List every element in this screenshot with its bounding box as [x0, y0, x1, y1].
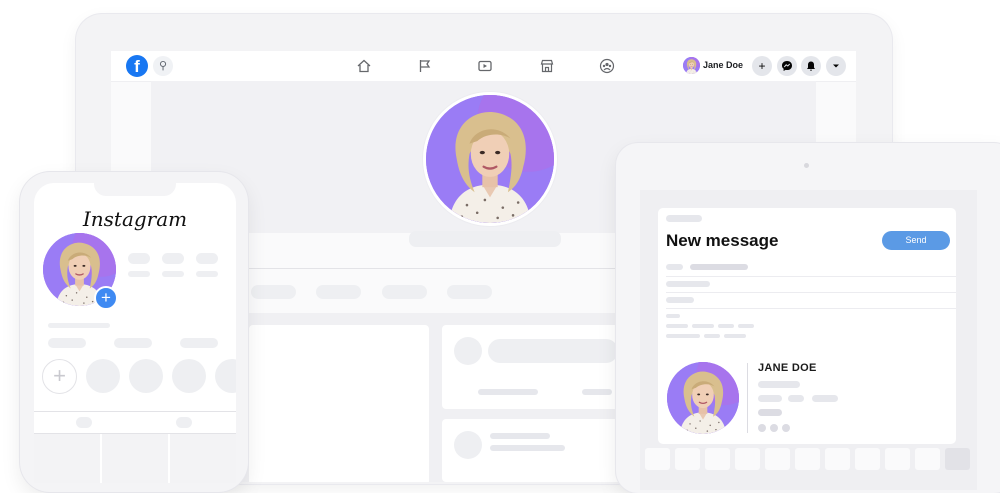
highlight-placeholder[interactable]: [86, 359, 120, 393]
flag-icon[interactable]: [417, 58, 433, 74]
create-button[interactable]: +: [752, 56, 772, 76]
back-placeholder[interactable]: [666, 215, 702, 222]
profile-name-placeholder: [409, 231, 561, 247]
text-placeholder: [490, 445, 565, 451]
intro-card: [249, 325, 429, 482]
facebook-logo[interactable]: f: [126, 55, 148, 77]
chevron-down-icon[interactable]: [826, 56, 846, 76]
avatar: [683, 57, 700, 74]
highlight-placeholder[interactable]: [215, 359, 236, 393]
search-icon[interactable]: ⚲: [153, 56, 173, 76]
stat-label-placeholder: [196, 271, 218, 277]
divider: [666, 276, 956, 277]
button-placeholder[interactable]: [114, 338, 152, 348]
text-placeholder: [666, 297, 694, 303]
instagram-profile-screen: Instagram +: [34, 183, 236, 483]
text-placeholder: [666, 314, 680, 318]
button-placeholder[interactable]: [180, 338, 218, 348]
text-placeholder: [724, 334, 746, 338]
grid-tab-placeholder[interactable]: [76, 417, 92, 428]
send-button[interactable]: Send: [882, 231, 950, 250]
contact-avatar[interactable]: [667, 362, 739, 434]
new-message-title: New message: [666, 231, 779, 250]
dot-placeholder: [770, 424, 778, 432]
keyboard-key[interactable]: [705, 448, 730, 470]
messenger-screen: New message Send JANE DOE: [640, 190, 977, 490]
tablet-camera: [804, 163, 809, 168]
facebook-top-nav: f ⚲ Jane Doe +: [111, 51, 856, 82]
bell-icon[interactable]: [801, 56, 821, 76]
keyboard-key[interactable]: [885, 448, 910, 470]
backspace-key[interactable]: [945, 448, 970, 470]
bio-placeholder: [48, 323, 110, 328]
text-placeholder: [758, 395, 782, 402]
profile-tab-placeholder[interactable]: [447, 285, 492, 299]
divider: [34, 411, 236, 412]
highlight-placeholder[interactable]: [129, 359, 163, 393]
text-placeholder: [812, 395, 838, 402]
keyboard-key[interactable]: [795, 448, 820, 470]
keyboard-key[interactable]: [735, 448, 760, 470]
highlight-placeholder[interactable]: [172, 359, 206, 393]
text-placeholder: [758, 381, 800, 388]
groups-icon[interactable]: [599, 58, 615, 74]
profile-tab-placeholder[interactable]: [382, 285, 427, 299]
messenger-icon[interactable]: [777, 56, 797, 76]
dot-placeholder: [782, 424, 790, 432]
to-label-placeholder: [666, 264, 683, 270]
avatar-placeholder: [454, 431, 482, 459]
marketplace-icon[interactable]: [539, 58, 555, 74]
instagram-logo: Instagram: [82, 207, 188, 231]
keyboard-key[interactable]: [855, 448, 880, 470]
keyboard-key[interactable]: [915, 448, 940, 470]
text-placeholder: [788, 395, 804, 402]
profile-tab-placeholder[interactable]: [251, 285, 296, 299]
divider: [666, 308, 956, 309]
tagged-tab-placeholder[interactable]: [176, 417, 192, 428]
stat-placeholder: [162, 253, 184, 264]
user-name: Jane Doe: [703, 60, 744, 70]
text-placeholder: [758, 409, 782, 416]
contact-name: JANE DOE: [758, 362, 817, 374]
photo-grid-cell[interactable]: [102, 434, 168, 483]
text-placeholder: [738, 324, 754, 328]
text-placeholder: [582, 389, 612, 395]
new-highlight-button[interactable]: +: [42, 359, 77, 394]
text-placeholder: [692, 324, 714, 328]
profile-picture[interactable]: [423, 92, 557, 226]
stat-label-placeholder: [162, 271, 184, 277]
keyboard-key[interactable]: [765, 448, 790, 470]
phone-notch: [94, 183, 176, 196]
photo-grid-cell[interactable]: [34, 434, 100, 483]
text-placeholder: [666, 324, 688, 328]
add-story-button[interactable]: +: [94, 286, 118, 310]
video-icon[interactable]: [477, 58, 493, 74]
photo-grid-cell[interactable]: [170, 434, 236, 483]
stat-placeholder: [128, 253, 150, 264]
keyboard-key[interactable]: [825, 448, 850, 470]
text-placeholder: [478, 389, 538, 395]
post-composer-card: [442, 325, 622, 409]
recipient-placeholder[interactable]: [690, 264, 748, 270]
dot-placeholder: [758, 424, 766, 432]
profile-tab-placeholder[interactable]: [316, 285, 361, 299]
text-placeholder: [704, 334, 720, 338]
keyboard-key[interactable]: [645, 448, 670, 470]
divider: [666, 292, 956, 293]
avatar-placeholder: [454, 337, 482, 365]
text-placeholder: [718, 324, 734, 328]
composer-input-placeholder[interactable]: [488, 339, 618, 363]
keyboard-key[interactable]: [675, 448, 700, 470]
divider: [747, 363, 748, 433]
home-icon[interactable]: [356, 58, 372, 74]
stat-placeholder: [196, 253, 218, 264]
button-placeholder[interactable]: [48, 338, 86, 348]
stat-label-placeholder: [128, 271, 150, 277]
text-placeholder: [666, 334, 700, 338]
post-card: [442, 419, 622, 482]
text-placeholder: [490, 433, 550, 439]
text-placeholder: [666, 281, 710, 287]
